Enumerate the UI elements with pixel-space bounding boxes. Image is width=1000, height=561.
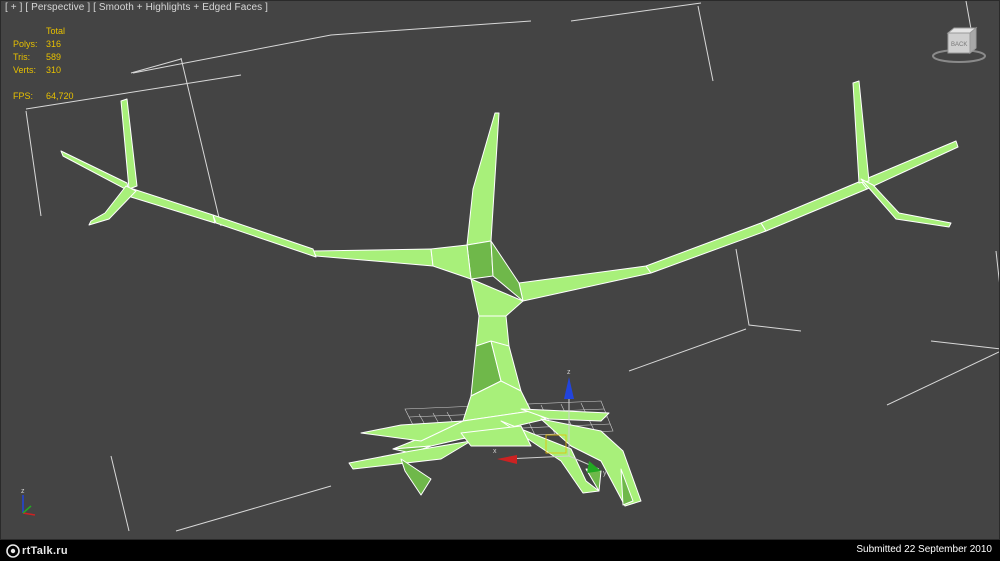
tris-value: 589 [46, 52, 62, 62]
footer-bar: rtTalk.ru Submitted 22 September 2010 [0, 540, 1000, 561]
shading-mode-button[interactable]: [ Smooth + Highlights + Edged Faces ] [93, 2, 268, 13]
viewport-label: [ + ] [ Perspective ] [ Smooth + Highlig… [5, 2, 268, 13]
stats-row-tris: Tris: 589 [13, 51, 96, 64]
logo-text: rtTalk.ru [22, 545, 68, 557]
stats-header: Total [46, 26, 66, 36]
viewport-menu-button[interactable]: [ + ] [5, 2, 22, 13]
tris-label: Tris: [13, 52, 31, 62]
fps-label: FPS: [13, 91, 34, 101]
stats-row-verts: Verts: 310 [13, 64, 96, 77]
stats-row-polys: Polys: 316 [13, 38, 96, 51]
perspective-viewport[interactable]: z x y z [ + ] [ Perspective ] [ Smooth +… [0, 0, 1000, 540]
stats-row-fps: FPS: 64,720 [13, 90, 96, 103]
polys-label: Polys: [13, 39, 38, 49]
world-axis-icon: z [21, 488, 36, 516]
fps-value: 64,720 [46, 91, 74, 101]
svg-text:z: z [21, 488, 25, 495]
scene-canvas[interactable]: z x y z [1, 1, 1000, 540]
logo-icon [6, 544, 20, 558]
submitted-date: Submitted 22 September 2010 [856, 544, 992, 555]
viewcube-icon[interactable]: BACK [931, 25, 987, 65]
verts-label: Verts: [13, 65, 37, 75]
view-type-button[interactable]: [ Perspective ] [25, 2, 90, 13]
background-wireframe [25, 1, 999, 532]
svg-text:y: y [603, 470, 607, 477]
svg-text:x: x [493, 448, 497, 455]
verts-value: 310 [46, 65, 62, 75]
polys-value: 316 [46, 39, 62, 49]
svg-text:z: z [567, 369, 571, 376]
statistics-panel: Total Polys: 316 Tris: 589 Verts: 310 FP… [13, 25, 96, 103]
site-logo[interactable]: rtTalk.ru [6, 542, 68, 560]
svg-text:BACK: BACK [951, 42, 967, 48]
tree-mesh[interactable] [60, 80, 959, 507]
